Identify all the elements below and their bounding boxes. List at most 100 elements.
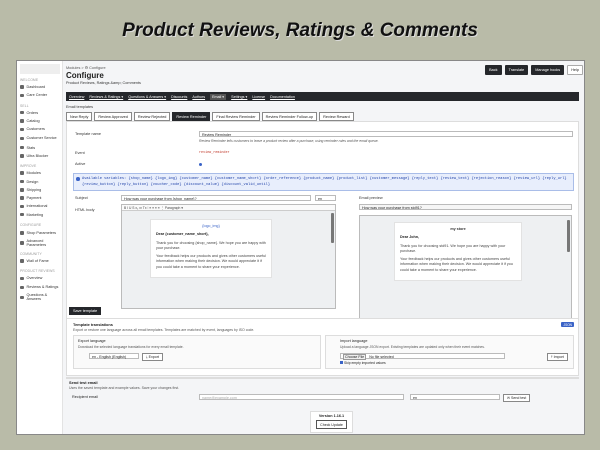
nav-reviews-ratings[interactable]: Reviews & Ratings ▾ (89, 95, 123, 99)
sidebar-item-orders[interactable]: Orders (17, 109, 62, 117)
send-test-desc: Uses the saved template and example valu… (69, 386, 180, 390)
nav-settings[interactable]: Settings ▾ (231, 95, 247, 99)
sidebar-item-modules[interactable]: Modules (17, 169, 62, 177)
editor-toolbar[interactable]: B I U S x₂ x² Tx ⁝ ≡ ≡ ≡ ≡ ⋮ Paragraph ▾ (122, 205, 335, 211)
sidebar-item-wall-of-fame[interactable]: Wall of Fame (17, 257, 62, 265)
sidebar-item-ultra-blocker[interactable]: Ultra Blocker (17, 152, 62, 160)
tab-review-reminder[interactable]: Review Reminder (172, 112, 211, 121)
tab-review-rejected[interactable]: Review Rejected (133, 112, 171, 121)
sidebar-item-label: Reviews & Ratings (26, 285, 59, 290)
nav-authors[interactable]: Authors (192, 95, 205, 99)
catalog-icon (20, 119, 24, 123)
file-input[interactable]: Choose File No file selected (340, 353, 505, 360)
stats-icon (20, 145, 24, 150)
shop-logo (20, 64, 60, 74)
qa-icon (20, 295, 24, 300)
module-navbar: Overview Reviews & Ratings ▾ Questions &… (66, 92, 579, 101)
sidebar-item-label: Marketing (26, 212, 44, 217)
page-title: Configure (66, 71, 104, 80)
translate-button[interactable]: Translate (504, 65, 529, 75)
sidebar-section-title: PRODUCT REVIEWS (20, 269, 55, 274)
sidebar-item-shop-parameters[interactable]: Shop Parameters (17, 228, 62, 238)
editor-scrollbar[interactable] (331, 213, 334, 243)
customers-icon (20, 127, 24, 132)
event-label: Event (75, 151, 85, 155)
sidebar-item-international[interactable]: International (17, 202, 62, 210)
tab-review-reminder-follow-up[interactable]: Review Reminder Follow-up (261, 112, 318, 121)
html-body-editor[interactable]: B I U S x₂ x² Tx ⁝ ≡ ≡ ≡ ≡ ⋮ Paragraph ▾… (121, 204, 336, 309)
sidebar-item-catalog[interactable]: Catalog (17, 117, 62, 125)
skip-empty-checkbox[interactable]: Skip empty imported values (340, 361, 386, 365)
overview-icon (20, 276, 24, 281)
export-button[interactable]: ⤓ Export (142, 353, 163, 361)
sidebar-item-overview[interactable]: Overview (17, 274, 62, 282)
sidebar-item-label: Ultra Blocker (26, 153, 49, 158)
translations-desc: Export or restore one language across al… (73, 328, 255, 332)
help-button[interactable]: Help (567, 65, 583, 75)
template-tabs: New Reply Review Approved Review Rejecte… (66, 112, 354, 121)
send-test-button[interactable]: ✉ Send test (503, 394, 531, 402)
save-template-button[interactable]: Save template (69, 307, 102, 315)
sidebar-item-stats[interactable]: Stats (17, 143, 62, 151)
preview-subject: How was your purchase from std91? (359, 204, 572, 210)
editor-paragraph-2: Your feedback helps our products and giv… (156, 254, 266, 269)
template-name-input[interactable]: Review Reminder (199, 131, 573, 137)
nav-overview[interactable]: Overview (69, 95, 84, 99)
sidebar-item-care-center[interactable]: Care Center (17, 91, 62, 99)
nav-license[interactable]: License (252, 95, 265, 99)
editor-paragraph-1: Thank you for choosing {shop_name}. We h… (156, 240, 266, 250)
sidebar-item-customers[interactable]: Customers (17, 125, 62, 133)
orders-icon (20, 110, 24, 115)
sidebar-section-title: IMPROVE (20, 164, 37, 169)
dashboard-icon (20, 85, 24, 89)
subject-input[interactable]: How was your purchase from {shop_name}? (121, 195, 311, 201)
active-label: Active (75, 162, 86, 166)
tab-final-review-reminder[interactable]: Final Review Reminder (212, 112, 260, 121)
available-variables-notice: Available variables: {shop_name} {logo_i… (73, 173, 574, 191)
info-icon (76, 177, 80, 181)
export-button-label: Export (148, 355, 159, 359)
settings-icon (20, 231, 24, 235)
tab-review-approved[interactable]: Review Approved (94, 112, 132, 121)
preview-logo: my store (450, 227, 466, 231)
sidebar-item-design[interactable]: Design (17, 177, 62, 185)
tab-review-reward[interactable]: Review Reward (319, 112, 354, 121)
sidebar-item-label: Catalog (26, 119, 40, 124)
sidebar-item-payment[interactable]: Payment (17, 194, 62, 202)
sidebar-item-label: Advanced Parameters (26, 238, 47, 247)
sidebar-item-label: Dashboard (26, 85, 46, 90)
recipient-email-input[interactable]: name@example.com (199, 394, 404, 400)
sidebar-item-shipping[interactable]: Shipping (17, 186, 62, 194)
sidebar-item-customer-service[interactable]: Customer Service (17, 133, 62, 143)
nav-discounts[interactable]: Discounts (171, 95, 187, 99)
editor-email-content[interactable]: {logo_img} Dear {customer_name_short}, T… (150, 219, 272, 279)
care-icon (20, 93, 24, 98)
import-button[interactable]: ⤒ Import (547, 353, 568, 361)
subject-language-select[interactable]: en (315, 195, 336, 201)
json-badge: JSON (561, 322, 574, 327)
test-language-select[interactable]: en (410, 394, 500, 400)
email-preview-pane: my store Dear John, Thank you for choosi… (359, 215, 572, 320)
sidebar-item-reviews-ratings[interactable]: Reviews & Ratings (17, 282, 62, 292)
nav-documentation[interactable]: Documentation (270, 95, 295, 99)
nav-questions-answers[interactable]: Questions & Answers ▾ (128, 95, 166, 99)
preview-scrollbar[interactable] (567, 220, 570, 252)
back-button[interactable]: Back (485, 65, 502, 75)
tab-new-reply[interactable]: New Reply (66, 112, 93, 121)
nav-email[interactable]: Email ▾ (210, 93, 227, 100)
sidebar-item-marketing[interactable]: Marketing (17, 211, 62, 219)
breadcrumb[interactable]: Modules > ⚙ Configure (66, 65, 106, 70)
active-toggle[interactable] (199, 163, 202, 166)
sidebar: WELCOME Dashboard Care Center SELL Orders Cat… (17, 61, 63, 434)
sidebar-item-dashboard[interactable]: Dashboard (17, 83, 62, 91)
import-desc: Upload a language JSON export. Existing … (340, 345, 485, 349)
preview-email-content: my store Dear John, Thank you for choosi… (394, 222, 522, 282)
manage-hooks-button[interactable]: Manage hooks (531, 65, 565, 75)
sidebar-item-label: Shipping (26, 187, 42, 192)
check-update-button[interactable]: Check Update (316, 420, 347, 429)
sidebar-item-advanced-parameters[interactable]: Advanced Parameters (17, 238, 62, 248)
sidebar-item-questions-answers[interactable]: Questions & Answers (17, 292, 62, 302)
export-language-select[interactable]: en - English (English) (89, 353, 139, 359)
checkbox-checked-icon (340, 361, 343, 364)
choose-file-button[interactable]: Choose File (343, 354, 367, 360)
